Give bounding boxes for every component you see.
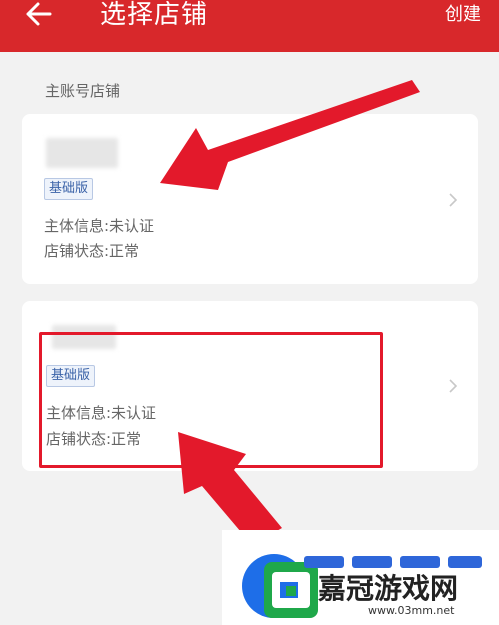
- store-name-blurred: [46, 138, 118, 168]
- store-info-subject: 主体信息:未认证: [44, 217, 155, 235]
- watermark-text: 嘉冠游戏网: [318, 572, 459, 605]
- store-info-status: 店铺状态:正常: [46, 430, 142, 448]
- watermark-url: www.03mm.net: [368, 604, 455, 617]
- create-button[interactable]: 创建: [445, 2, 481, 28]
- store-info-subject: 主体信息:未认证: [46, 404, 157, 422]
- app-header: 选择店铺 创建: [0, 0, 499, 52]
- watermark-banner: [304, 556, 482, 568]
- back-button[interactable]: [24, 0, 60, 32]
- section-label: 主账号店铺: [45, 82, 121, 100]
- store-card-2[interactable]: 基础版 主体信息:未认证 店铺状态:正常: [22, 301, 478, 471]
- chevron-right-icon: [449, 379, 458, 393]
- store-name-blurred: [52, 325, 116, 349]
- store-badge: 基础版: [44, 178, 94, 200]
- chevron-right-icon: [449, 193, 458, 207]
- arrow-left-icon: [26, 2, 52, 26]
- store-info-status: 店铺状态:正常: [44, 242, 140, 260]
- page-title: 选择店铺: [100, 0, 209, 30]
- store-card-1[interactable]: 基础版 主体信息:未认证 店铺状态:正常: [22, 114, 478, 284]
- store-badge: 基础版: [46, 365, 96, 387]
